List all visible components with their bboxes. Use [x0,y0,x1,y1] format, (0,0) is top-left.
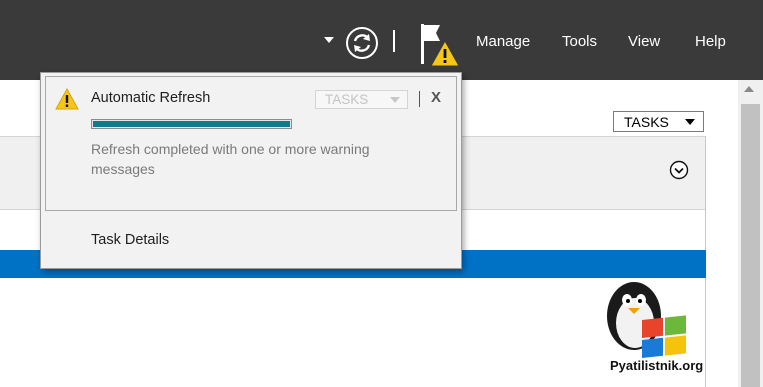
notification-message: Refresh completed with one or more warni… [91,141,370,177]
menu-view[interactable]: View [628,32,660,52]
refresh-icon[interactable] [345,26,379,60]
chevron-down-icon [685,119,695,125]
dropdown-arrow-icon[interactable] [324,37,334,43]
notification-separator [419,91,420,107]
toolbar-separator [393,30,395,52]
close-button[interactable]: X [431,89,441,107]
tasks-dropdown[interactable]: TASKS [613,111,704,132]
flag-warning-icon[interactable] [416,20,460,68]
progress-bar [91,119,292,129]
progress-fill [93,121,290,127]
menu-tools[interactable]: Tools [562,32,597,52]
warning-icon [55,88,79,110]
expand-icon[interactable] [669,160,689,180]
notification-tasks-dropdown[interactable]: TASKS [315,90,408,109]
scroll-thumb[interactable] [741,104,760,387]
scroll-up-icon[interactable] [744,86,754,92]
task-details-link[interactable]: Task Details [91,231,169,249]
tasks-label: TASKS [624,114,669,130]
menu-manage[interactable]: Manage [476,32,530,52]
notification-title: Automatic Refresh [91,90,211,106]
chevron-down-icon [390,97,400,103]
notification-tasks-label: TASKS [325,92,369,107]
watermark-text: Pyatilistnik.org [610,358,704,373]
menu-help[interactable]: Help [695,32,726,52]
